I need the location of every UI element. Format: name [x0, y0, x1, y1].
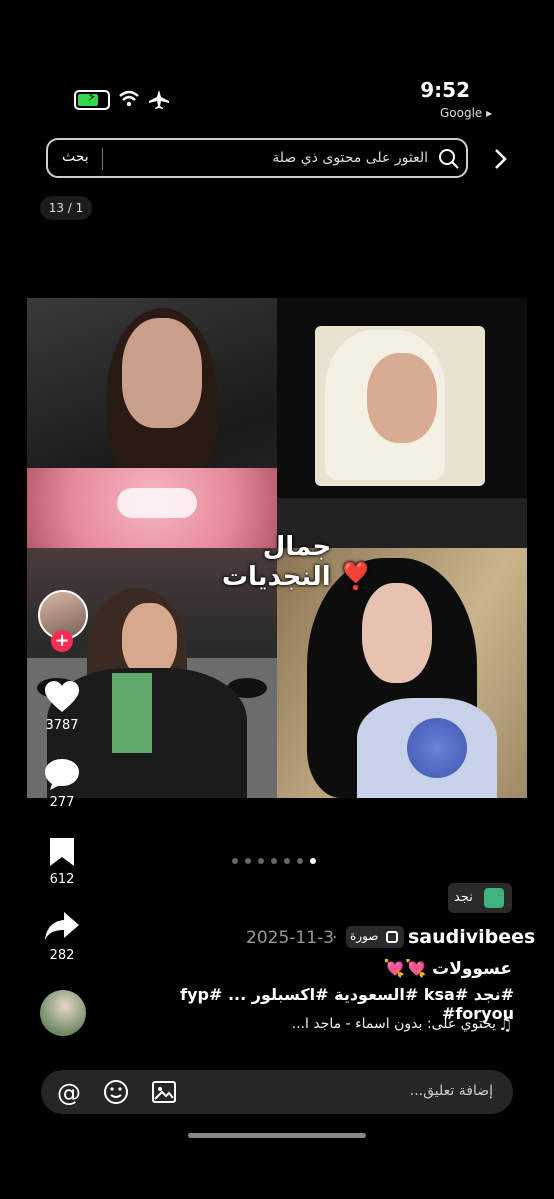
- pagination-dot: [232, 858, 238, 864]
- collage-caption: جمال النجديات ❣️: [221, 532, 373, 592]
- comment-input[interactable]: إضافة تعليق...: [341, 1083, 493, 1099]
- wifi-icon: [119, 90, 139, 107]
- home-indicator: [188, 1133, 366, 1138]
- share-icon[interactable]: [44, 910, 80, 942]
- location-chip[interactable]: نجد: [448, 883, 512, 913]
- post-caption: عسوولات 💘💘: [383, 959, 512, 979]
- bookmark-icon[interactable]: [48, 836, 76, 868]
- battery-icon: ⚡: [74, 90, 110, 110]
- sound-title[interactable]: يحتوي على: بدون اسماء - ماجد ا...: [240, 1016, 496, 1032]
- like-count: 3787: [45, 718, 79, 733]
- back-to-google-link[interactable]: Google ▸: [440, 106, 492, 120]
- image-icon[interactable]: [151, 1079, 177, 1105]
- post-type-badge: صورة: [346, 926, 404, 948]
- sound-avatar[interactable]: [40, 990, 86, 1036]
- pagination-dot: [310, 858, 316, 864]
- heart-icon[interactable]: [44, 680, 80, 714]
- pagination-dot: [271, 858, 277, 864]
- pagination-dot: [284, 858, 290, 864]
- comment-bar[interactable]: إضافة تعليق... @: [41, 1070, 513, 1114]
- follow-button[interactable]: +: [51, 630, 73, 652]
- post-type-label: صورة: [350, 929, 379, 943]
- search-button[interactable]: بحث: [62, 149, 89, 165]
- collage-photo-1: [27, 298, 277, 548]
- pagination-dot: [297, 858, 303, 864]
- chevron-right-icon[interactable]: [493, 148, 509, 170]
- status-time: 9:52: [420, 78, 470, 102]
- search-divider: [102, 148, 103, 170]
- emoji-icon[interactable]: [103, 1079, 129, 1105]
- share-count: 282: [49, 948, 75, 963]
- collage-photo-2: [277, 298, 527, 548]
- username[interactable]: saudivibees: [408, 926, 535, 948]
- pagination-dot: [245, 858, 251, 864]
- carousel-pagination: [232, 849, 332, 864]
- photo-type-icon: [386, 931, 398, 943]
- airplane-mode-icon: [149, 90, 169, 109]
- pagination-dot: [258, 858, 264, 864]
- post-date: 2025-11-3: [246, 928, 334, 948]
- music-note-icon: ♫: [498, 1015, 513, 1034]
- bookmark-count: 612: [49, 872, 75, 887]
- comment-icon[interactable]: [44, 757, 80, 791]
- search-input[interactable]: العثور على محتوى ذي صلة: [248, 150, 428, 166]
- comment-count: 277: [49, 795, 75, 810]
- mention-icon[interactable]: @: [57, 1079, 81, 1107]
- map-pin-icon: [484, 888, 504, 908]
- search-bar[interactable]: بحث العثور على محتوى ذي صلة: [46, 138, 468, 178]
- photo-collage[interactable]: جمال النجديات ❣️: [27, 298, 527, 798]
- location-label: نجد: [454, 890, 473, 905]
- page-counter: 13 / 1: [40, 196, 92, 220]
- search-icon: [439, 149, 459, 169]
